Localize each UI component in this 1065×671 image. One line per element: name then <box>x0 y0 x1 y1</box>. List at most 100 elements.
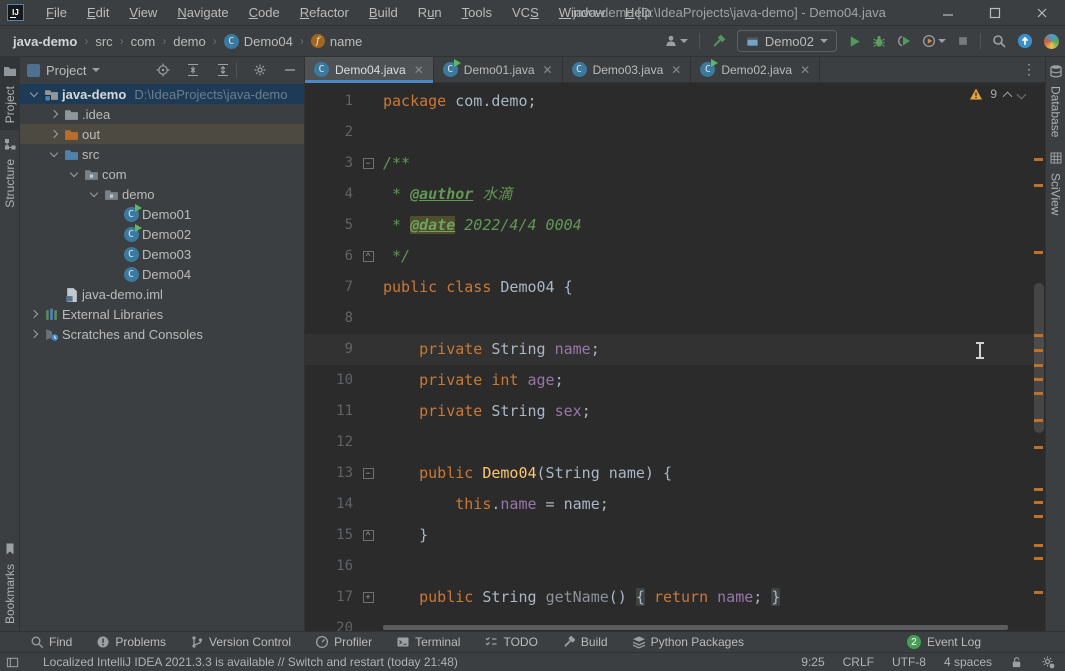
chevron-down-icon[interactable] <box>49 148 59 157</box>
menu-code[interactable]: Code <box>239 2 290 23</box>
editor-tab[interactable]: C Demo01.java ✕ <box>434 57 563 82</box>
error-stripe-tick[interactable] <box>1034 446 1043 449</box>
menu-edit[interactable]: Edit <box>77 2 119 23</box>
tool-window-toggle-icon[interactable] <box>6 656 19 669</box>
tool-window-button-database[interactable]: Database <box>1049 57 1063 144</box>
error-stripe-tick[interactable] <box>1034 158 1043 161</box>
line-number[interactable]: 4 <box>305 179 353 210</box>
breadcrumb-item[interactable]: C Demo04 <box>223 33 293 49</box>
code-line[interactable]: 10 private int age; <box>305 365 1045 396</box>
breadcrumb-item[interactable]: src <box>95 34 112 49</box>
code-line[interactable]: 2 <box>305 117 1045 148</box>
error-stripe-tick[interactable] <box>1034 251 1043 254</box>
prev-warning-icon[interactable] <box>1002 91 1013 101</box>
line-separator[interactable]: CRLF <box>843 655 874 669</box>
code-line[interactable]: 4 * @author 水滴 <box>305 179 1045 210</box>
tree-row[interactable]: C Demo02 <box>20 223 304 244</box>
line-number[interactable]: 17 <box>305 582 353 613</box>
profiler-button[interactable] <box>922 34 946 48</box>
event-log-button[interactable]: 2 Event Log <box>906 635 981 649</box>
caret-position[interactable]: 9:25 <box>801 655 824 669</box>
status-message[interactable]: Localized IntelliJ IDEA 2021.3.3 is avai… <box>43 655 458 669</box>
stop-button[interactable] <box>957 35 969 47</box>
close-icon[interactable]: ✕ <box>414 63 424 77</box>
menu-tools[interactable]: Tools <box>452 2 502 23</box>
menu-file[interactable]: File <box>36 2 77 23</box>
tree-row[interactable]: External Libraries <box>20 304 304 324</box>
tree-row[interactable]: java-demo.iml <box>20 284 304 304</box>
tool-window-button-structure[interactable]: Structure <box>3 130 17 215</box>
code-line[interactable]: 14 this.name = name; <box>305 489 1045 520</box>
tree-row[interactable]: out <box>20 124 304 144</box>
close-icon[interactable]: ✕ <box>543 63 553 77</box>
user-account-icon[interactable] <box>664 34 688 48</box>
run-configuration-select[interactable]: Demo02 <box>736 30 837 52</box>
breadcrumb-item[interactable]: java-demo <box>13 34 77 49</box>
tree-row[interactable]: C Demo01 <box>20 203 304 224</box>
fold-marker-icon[interactable]: ^ <box>362 530 374 541</box>
line-number[interactable]: 2 <box>305 117 353 148</box>
error-stripe-tick[interactable] <box>1034 184 1043 187</box>
menu-refactor[interactable]: Refactor <box>290 2 359 23</box>
tree-row[interactable]: C Demo04 <box>20 264 304 284</box>
menu-run[interactable]: Run <box>408 2 452 23</box>
line-number[interactable]: 15 <box>305 520 353 551</box>
settings-gear-icon[interactable] <box>253 63 267 77</box>
error-stripe-tick[interactable] <box>1034 544 1043 547</box>
editor-tab[interactable]: C Demo04.java ✕ <box>305 57 434 83</box>
tool-window-button-python-packages[interactable]: Python Packages <box>632 635 744 649</box>
code-line[interactable]: 15 ^ } <box>305 520 1045 551</box>
code-line[interactable]: 12 <box>305 427 1045 458</box>
minimize-button[interactable] <box>924 0 971 26</box>
tree-row[interactable]: demo <box>20 184 304 204</box>
tree-row[interactable]: .idea <box>20 104 304 124</box>
code-line[interactable]: 1 package com.demo; <box>305 86 1045 117</box>
locate-file-icon[interactable] <box>156 63 170 77</box>
error-stripe-tick[interactable] <box>1034 515 1043 518</box>
horizontal-scrollbar[interactable] <box>383 625 1027 630</box>
tab-options-icon[interactable]: ⋮ <box>1014 61 1045 78</box>
line-number[interactable]: 16 <box>305 551 353 582</box>
menu-view[interactable]: View <box>119 2 167 23</box>
error-stripe-tick[interactable] <box>1034 557 1043 560</box>
menu-navigate[interactable]: Navigate <box>167 2 238 23</box>
fold-marker-icon[interactable]: − <box>362 468 374 479</box>
chevron-down-icon[interactable] <box>69 168 79 177</box>
chevron-down-icon[interactable] <box>92 68 101 72</box>
line-number[interactable]: 7 <box>305 272 353 303</box>
line-number[interactable]: 20 <box>305 613 353 631</box>
file-encoding[interactable]: UTF-8 <box>892 655 926 669</box>
close-icon[interactable]: ✕ <box>671 63 681 77</box>
line-number[interactable]: 11 <box>305 396 353 427</box>
error-stripe-tick[interactable] <box>1034 392 1043 395</box>
code-line[interactable]: 17 + public String getName() { return nam… <box>305 582 1045 613</box>
line-number[interactable]: 1 <box>305 86 353 117</box>
tool-window-button-todo[interactable]: TODO <box>484 635 538 649</box>
breadcrumb-item[interactable]: com <box>131 34 156 49</box>
maximize-button[interactable] <box>971 0 1018 26</box>
error-stripe-tick[interactable] <box>1034 334 1043 337</box>
line-number[interactable]: 12 <box>305 427 353 458</box>
editor-tab[interactable]: C Demo03.java ✕ <box>563 57 692 82</box>
line-number[interactable]: 6 <box>305 241 353 272</box>
chevron-right-icon[interactable] <box>49 129 59 139</box>
tool-window-button-find[interactable]: Find <box>30 635 72 649</box>
line-number[interactable]: 13 <box>305 458 353 489</box>
vertical-scrollbar[interactable] <box>1034 283 1044 433</box>
tree-row[interactable]: com <box>20 164 304 184</box>
tree-row[interactable]: java-demo D:\IdeaProjects\java-demo <box>20 84 304 104</box>
indent-setting[interactable]: 4 spaces <box>944 655 992 669</box>
tree-row[interactable]: src <box>20 144 304 164</box>
debug-button[interactable] <box>872 34 886 48</box>
tool-window-button-sciview[interactable]: SciView <box>1049 144 1063 222</box>
code-line[interactable]: 5 * @date 2022/4/4 0004 <box>305 210 1045 241</box>
line-number[interactable]: 14 <box>305 489 353 520</box>
build-project-icon[interactable] <box>711 34 726 49</box>
tool-window-button-bookmarks[interactable]: Bookmarks <box>3 535 17 631</box>
line-number[interactable]: 10 <box>305 365 353 396</box>
code-editor[interactable]: 1 package com.demo; 2 3−/** 4 * @author 水滴 5 … <box>305 83 1045 631</box>
next-warning-icon[interactable] <box>1016 89 1027 99</box>
run-button[interactable] <box>848 35 861 48</box>
code-line[interactable]: 3−/** <box>305 148 1045 179</box>
code-line[interactable]: 11 private String sex; <box>305 396 1045 427</box>
